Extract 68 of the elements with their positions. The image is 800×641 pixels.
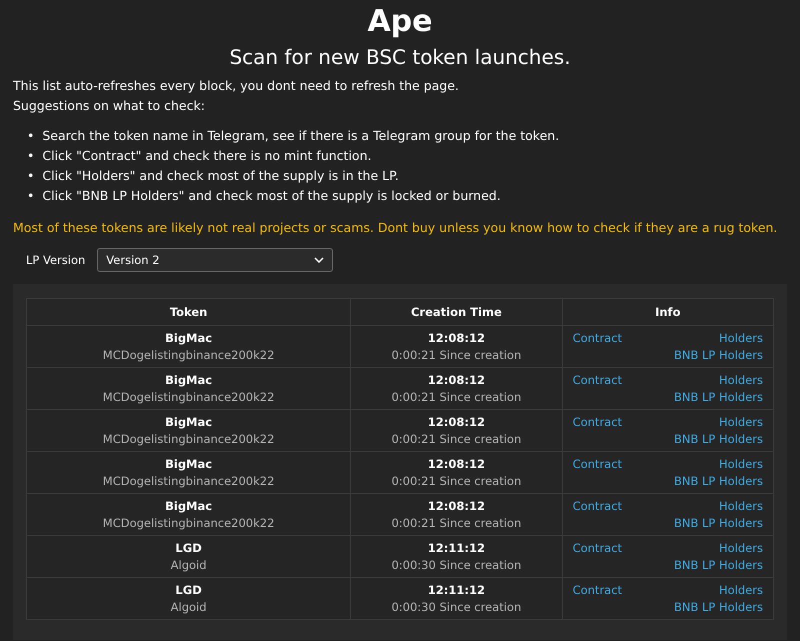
holders-link[interactable]: Holders xyxy=(674,540,763,556)
token-symbol: BigMac xyxy=(164,414,214,430)
lp-holders-link[interactable]: BNB LP Holders xyxy=(674,598,763,616)
warning-text: Most of these tokens are likely not real projects or scams. Dont buy unless you know how to check if they are a rug token. xyxy=(13,219,778,237)
token-name: MCDogelistingbinance200k22 xyxy=(102,430,276,448)
creation-time: 12:08:12 xyxy=(426,330,486,346)
creation-time: 12:08:12 xyxy=(426,372,486,388)
creation-time: 12:11:12 xyxy=(426,540,486,556)
page-subtitle: Scan for new BSC token launches. xyxy=(228,44,572,70)
time-since-creation: 0:00:21 Since creation xyxy=(390,514,522,532)
lp-holders-link[interactable]: BNB LP Holders xyxy=(674,556,763,574)
lp-version-select[interactable]: Version 2 xyxy=(97,248,334,272)
creation-time: 12:11:12 xyxy=(426,582,486,598)
time-since-creation: 0:00:21 Since creation xyxy=(390,472,522,490)
token-name: Algoid xyxy=(170,556,208,574)
suggestion-text: Click "Contract" and check there is no mint function. xyxy=(42,147,372,165)
bullet-mark: • xyxy=(27,167,34,185)
suggestion-text: Click "BNB LP Holders" and check most of the supply is locked or burned. xyxy=(42,187,501,205)
chevron-down-icon xyxy=(314,257,324,263)
holders-link[interactable]: Holders xyxy=(674,582,763,598)
suggestion-text: Search the token name in Telegram, see if there is a Telegram group for the token. xyxy=(42,127,560,145)
contract-link[interactable]: Contract xyxy=(572,456,674,472)
token-name: MCDogelistingbinance200k22 xyxy=(102,514,276,532)
time-since-creation: 0:00:21 Since creation xyxy=(390,346,522,364)
contract-link[interactable]: Contract xyxy=(572,540,674,556)
column-header: Creation Time xyxy=(350,298,562,326)
token-symbol: BigMac xyxy=(164,456,214,472)
bullet-mark: • xyxy=(27,147,34,165)
time-since-creation: 0:00:21 Since creation xyxy=(390,388,522,406)
token-name: MCDogelistingbinance200k22 xyxy=(102,388,276,406)
holders-link[interactable]: Holders xyxy=(674,414,763,430)
creation-time: 12:08:12 xyxy=(426,498,486,514)
page-title: Ape xyxy=(366,3,434,40)
bullet-mark: • xyxy=(27,187,34,205)
lp-holders-link[interactable]: BNB LP Holders xyxy=(674,346,763,364)
token-symbol: BigMac xyxy=(164,330,214,346)
holders-link[interactable]: Holders xyxy=(674,372,763,388)
token-symbol: BigMac xyxy=(164,498,214,514)
lp-holders-link[interactable]: BNB LP Holders xyxy=(674,514,763,532)
lp-holders-link[interactable]: BNB LP Holders xyxy=(674,388,763,406)
contract-link[interactable]: Contract xyxy=(572,498,674,514)
holders-link[interactable]: Holders xyxy=(674,456,763,472)
intro-text: Suggestions on what to check: xyxy=(13,97,206,115)
token-symbol: LGD xyxy=(174,540,203,556)
lp-holders-link[interactable]: BNB LP Holders xyxy=(674,472,763,490)
creation-time: 12:08:12 xyxy=(426,456,486,472)
time-since-creation: 0:00:30 Since creation xyxy=(390,556,522,574)
contract-link[interactable]: Contract xyxy=(572,330,674,346)
token-name: MCDogelistingbinance200k22 xyxy=(102,346,276,364)
contract-link[interactable]: Contract xyxy=(572,414,674,430)
suggestion-text: Click "Holders" and check most of the supply is in the LP. xyxy=(42,167,399,185)
token-symbol: LGD xyxy=(174,582,203,598)
bullet-mark: • xyxy=(27,127,34,145)
token-name: MCDogelistingbinance200k22 xyxy=(102,472,276,490)
contract-link[interactable]: Contract xyxy=(572,582,674,598)
holders-link[interactable]: Holders xyxy=(674,330,763,346)
contract-link[interactable]: Contract xyxy=(572,372,674,388)
lp-holders-link[interactable]: BNB LP Holders xyxy=(674,430,763,448)
column-header: Info xyxy=(562,298,774,326)
intro-text: This list auto-refreshes every block, you dont need to refresh the page. xyxy=(13,77,460,95)
time-since-creation: 0:00:30 Since creation xyxy=(390,598,522,616)
time-since-creation: 0:00:21 Since creation xyxy=(390,430,522,448)
holders-link[interactable]: Holders xyxy=(674,498,763,514)
column-header: Token xyxy=(26,298,351,326)
lp-version-label: LP Version xyxy=(26,253,86,267)
token-name: Algoid xyxy=(170,598,208,616)
creation-time: 12:08:12 xyxy=(426,414,486,430)
token-symbol: BigMac xyxy=(164,372,214,388)
